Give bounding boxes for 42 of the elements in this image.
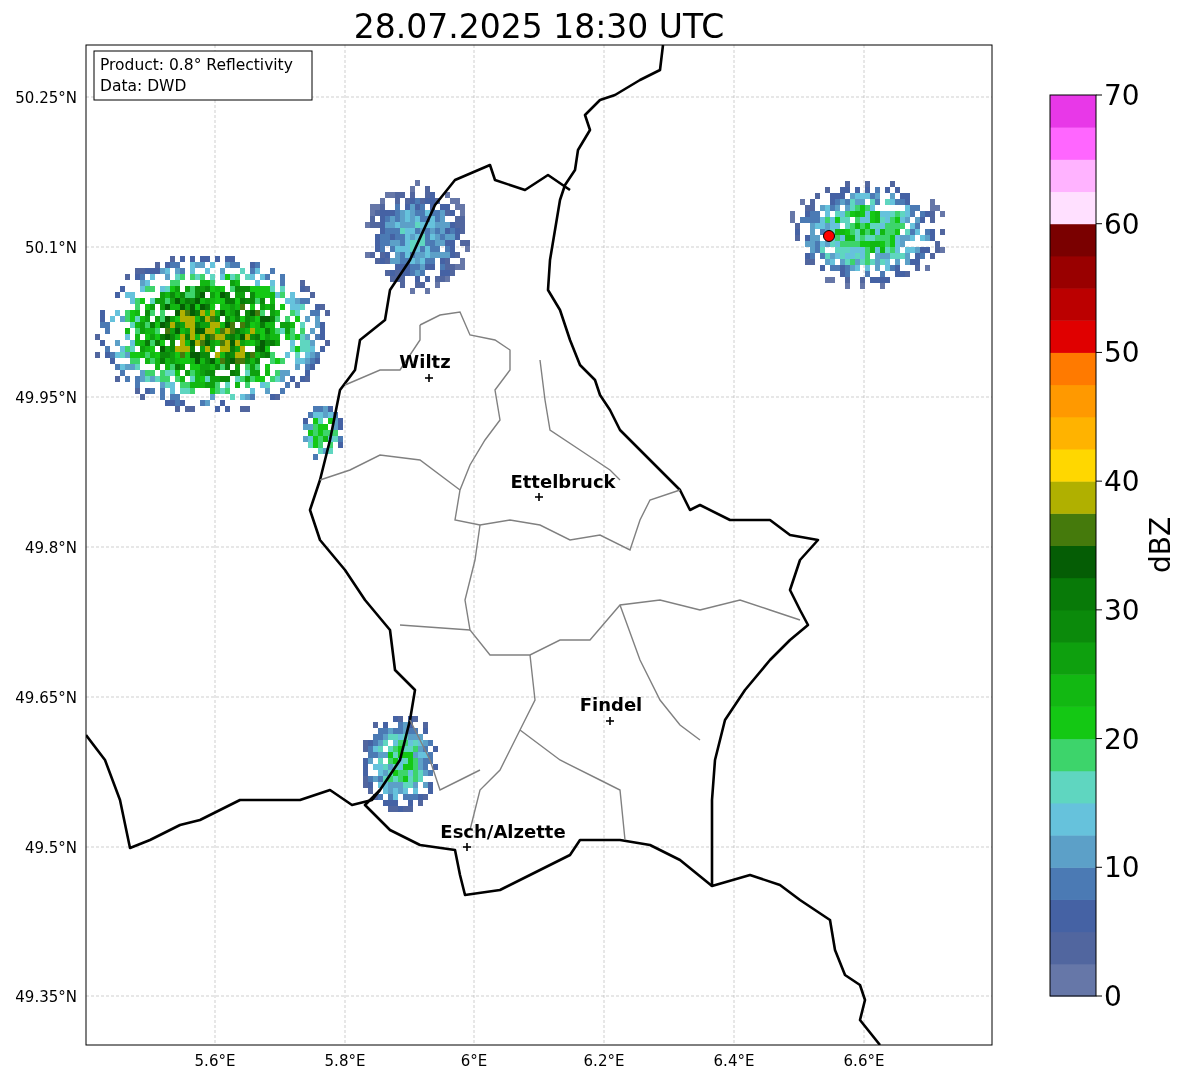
city-marker: [534, 492, 544, 502]
latitude-label: 49.5°N: [24, 839, 77, 857]
city-marker: [462, 842, 472, 852]
latitude-label: 50.25°N: [15, 89, 77, 107]
tick-mark: [1095, 94, 1103, 96]
tick-mark: [1095, 738, 1103, 740]
city-marker: [605, 716, 615, 726]
latitude-label: 50.1°N: [24, 239, 77, 257]
info-text: Product: 0.8° Reflectivity: [100, 56, 293, 74]
colorbar-tick-label: 10: [1104, 851, 1140, 885]
colorbar-tick-label: 50: [1104, 336, 1140, 370]
city-label: Ettelbruck: [510, 471, 616, 492]
chart-title: 28.07.2025 18:30 UTC: [353, 7, 725, 46]
colorbar-tick-label: 70: [1104, 79, 1140, 112]
latitude-label: 49.8°N: [24, 539, 77, 557]
tick-mark: [1095, 609, 1103, 611]
colorbar-tick-label: 0: [1104, 980, 1122, 1013]
colorbar-tick-label: 40: [1104, 465, 1140, 499]
latitude-label: 49.95°N: [15, 389, 77, 407]
longitude-label: 6°E: [460, 1052, 488, 1070]
latitude-label: 49.35°N: [15, 988, 77, 1006]
tick-mark: [1095, 995, 1103, 997]
tick-mark: [1095, 351, 1103, 353]
tick-mark: [1095, 223, 1103, 225]
latitude-label: 49.65°N: [15, 689, 77, 707]
colorbar-label: dBZ: [1144, 516, 1177, 574]
colorbar-tick-label: 30: [1104, 593, 1140, 627]
longitude-label: 6.4°E: [713, 1052, 755, 1070]
colorbar-tick-label: 20: [1104, 722, 1140, 756]
city-label: Findel: [579, 694, 643, 715]
tick-mark: [1095, 866, 1103, 868]
longitude-label: 5.8°E: [324, 1052, 366, 1070]
longitude-label: 5.6°E: [194, 1052, 236, 1070]
tick-mark: [1095, 480, 1103, 482]
city-label: Wiltz: [399, 351, 451, 372]
longitude-label: 6.6°E: [843, 1052, 885, 1070]
city-label: Esch/Alzette: [440, 821, 566, 842]
city-marker: [424, 373, 434, 383]
colorbar-tick-label: 60: [1104, 207, 1140, 241]
info-text: Data: DWD: [100, 77, 187, 95]
radar-site-marker: [823, 230, 835, 242]
longitude-label: 6.2°E: [583, 1052, 625, 1070]
